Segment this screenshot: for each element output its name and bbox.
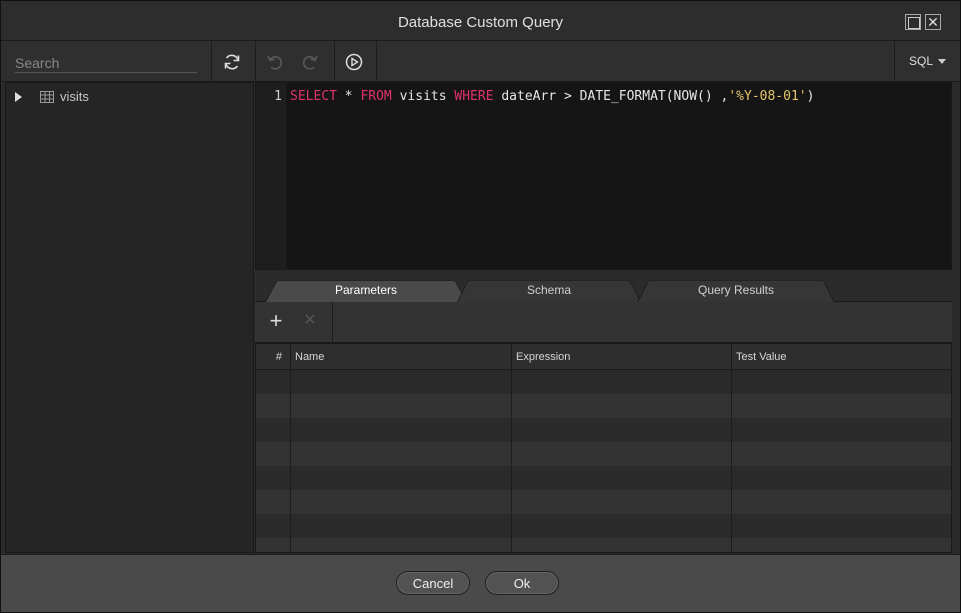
toolbar-divider [334,41,335,81]
sql-keyword: FROM [360,89,392,104]
sql-keyword: WHERE [454,89,494,104]
table-row[interactable] [256,442,951,466]
tab-parameters[interactable]: Parameters [265,277,467,302]
table-row[interactable] [256,538,951,552]
table-row[interactable] [256,490,951,514]
language-label: SQL [908,54,933,68]
tab-bar: Parameters Schema Query Results [255,270,952,302]
language-dropdown[interactable]: SQL [894,41,960,81]
table-row[interactable] [256,466,951,490]
toolbar-divider [332,302,333,343]
expand-arrow-icon[interactable] [15,92,22,102]
sql-keyword: SELECT [290,89,337,104]
column-divider [511,370,512,552]
chevron-down-icon [938,58,946,64]
sql-editor[interactable]: 1 SELECT * FROM visits WHERE dateArr > D… [255,82,952,270]
line-number: 1 [274,89,282,104]
database-custom-query-dialog: Database Custom Query ✕ SQL visits [0,0,961,613]
dialog-footer: Cancel Ok [1,554,960,612]
column-header-name[interactable]: Name [291,344,512,370]
window-title: Database Custom Query [397,14,564,31]
table-tree: visits [5,82,254,553]
redo-icon[interactable] [297,49,323,75]
title-bar[interactable]: Database Custom Query ✕ [1,1,960,41]
toolbar-divider [376,41,377,81]
grid-header: # Name Expression Test Value [256,344,951,370]
table-row[interactable] [256,370,951,394]
undo-icon[interactable] [262,49,288,75]
search-input[interactable] [15,53,197,73]
parameters-toolbar: + ✕ [255,302,952,343]
table-row[interactable] [256,514,951,538]
close-icon[interactable]: ✕ [925,14,941,30]
toolbar: SQL [1,41,960,82]
column-divider [290,370,291,552]
table-row[interactable] [256,418,951,442]
column-header-index[interactable]: # [256,344,291,370]
line-gutter: 1 [256,83,286,269]
ok-button[interactable]: Ok [485,571,559,595]
tab-query-results[interactable]: Query Results [637,277,835,302]
table-row[interactable] [256,394,951,418]
column-header-test-value[interactable]: Test Value [732,344,951,370]
parameters-grid: # Name Expression Test Value [255,343,952,553]
sql-text: ) [806,89,815,104]
run-icon[interactable] [341,49,367,75]
cancel-button[interactable]: Cancel [396,571,470,595]
toolbar-divider [255,41,256,81]
sql-text: visits [391,89,455,104]
tab-schema[interactable]: Schema [457,277,641,302]
toolbar-divider [211,41,212,81]
sql-string: '%Y-08-01' [728,89,807,104]
maximize-icon[interactable] [905,14,921,30]
add-parameter-button[interactable]: + [265,310,287,333]
remove-parameter-button[interactable]: ✕ [299,311,321,333]
column-header-expression[interactable]: Expression [512,344,732,370]
sql-text: * [336,89,361,104]
tree-item-label: visits [60,89,89,104]
code-line[interactable]: SELECT * FROM visits WHERE dateArr > DAT… [290,89,814,104]
refresh-icon[interactable] [219,49,245,75]
sql-text: dateArr > DATE_FORMAT(NOW() , [493,89,729,104]
column-divider [731,370,732,552]
table-icon [40,91,54,103]
